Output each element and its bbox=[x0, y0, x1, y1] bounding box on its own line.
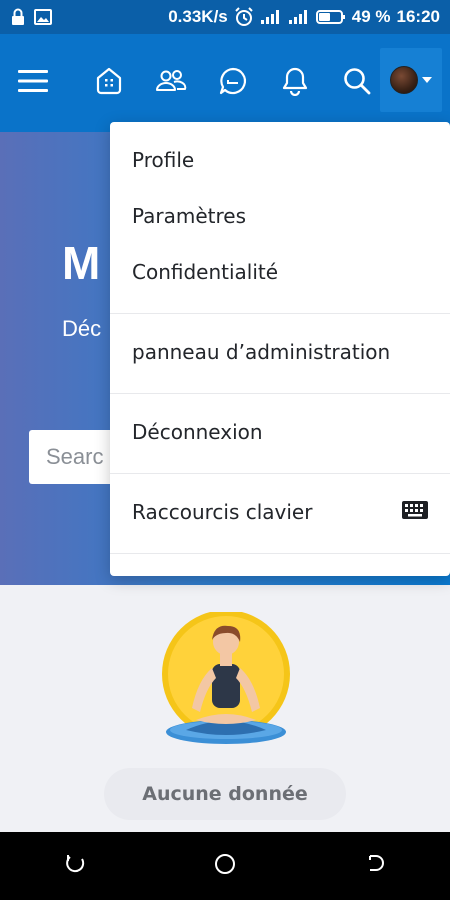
battery-icon bbox=[315, 9, 346, 25]
signal-4g-icon bbox=[288, 9, 310, 25]
user-menu-button[interactable] bbox=[380, 48, 442, 112]
menu-item-keyboard-shortcuts[interactable]: Raccourcis clavier bbox=[110, 486, 450, 538]
menu-item-label: Profile bbox=[132, 148, 195, 172]
status-bar: 0.33K/s 49 % 16:20 bbox=[0, 0, 450, 34]
menu-divider bbox=[110, 393, 450, 394]
search-button[interactable] bbox=[326, 52, 388, 114]
hamburger-menu-icon bbox=[18, 69, 48, 97]
user-dropdown-menu: Profile Paramètres Confidentialité panne… bbox=[110, 122, 450, 576]
search-icon bbox=[342, 66, 372, 100]
menu-item-label: Raccourcis clavier bbox=[132, 500, 313, 524]
recent-apps-button[interactable] bbox=[64, 853, 86, 879]
home-button[interactable] bbox=[78, 52, 140, 114]
alarm-icon bbox=[234, 7, 254, 27]
meditation-illustration bbox=[156, 610, 296, 752]
home-system-button[interactable] bbox=[213, 852, 237, 880]
menu-item-privacy[interactable]: Confidentialité bbox=[110, 246, 450, 298]
system-navigation-bar bbox=[0, 832, 450, 900]
messages-button[interactable] bbox=[202, 52, 264, 114]
menu-item-admin-panel[interactable]: panneau d’administration bbox=[110, 326, 450, 378]
menu-item-label: Paramètres bbox=[132, 204, 247, 228]
chevron-down-icon bbox=[422, 77, 432, 83]
notifications-icon bbox=[281, 66, 309, 100]
menu-item-settings[interactable]: Paramètres bbox=[110, 190, 450, 242]
avatar bbox=[390, 66, 418, 94]
menu-item-profile[interactable]: Profile bbox=[110, 134, 450, 186]
clock: 16:20 bbox=[396, 7, 440, 26]
network-speed: 0.33K/s bbox=[168, 7, 228, 26]
hero-subtitle: Déc bbox=[62, 316, 102, 341]
notifications-button[interactable] bbox=[264, 52, 326, 114]
home-icon bbox=[94, 66, 124, 100]
menu-item-label: panneau d’administration bbox=[132, 340, 391, 364]
friends-button[interactable] bbox=[140, 52, 202, 114]
menu-item-logout[interactable]: Déconnexion bbox=[110, 406, 450, 458]
menu-item-label: Déconnexion bbox=[132, 420, 263, 444]
back-system-button[interactable] bbox=[364, 853, 386, 879]
image-icon bbox=[34, 9, 52, 25]
signal-icon bbox=[260, 9, 282, 25]
hero-title: M bbox=[62, 237, 101, 289]
menu-item-label: Confidentialité bbox=[132, 260, 279, 284]
battery-level: 49 % bbox=[351, 7, 391, 26]
menu-divider bbox=[110, 553, 450, 554]
menu-divider bbox=[110, 473, 450, 474]
messages-icon bbox=[218, 66, 248, 100]
empty-state-label: Aucune donnée bbox=[104, 768, 346, 820]
keyboard-icon bbox=[402, 500, 428, 524]
app-bar bbox=[0, 34, 450, 132]
lock-icon bbox=[10, 8, 26, 26]
friends-icon bbox=[155, 68, 187, 98]
menu-divider bbox=[110, 313, 450, 314]
hamburger-menu-button[interactable] bbox=[18, 52, 62, 114]
